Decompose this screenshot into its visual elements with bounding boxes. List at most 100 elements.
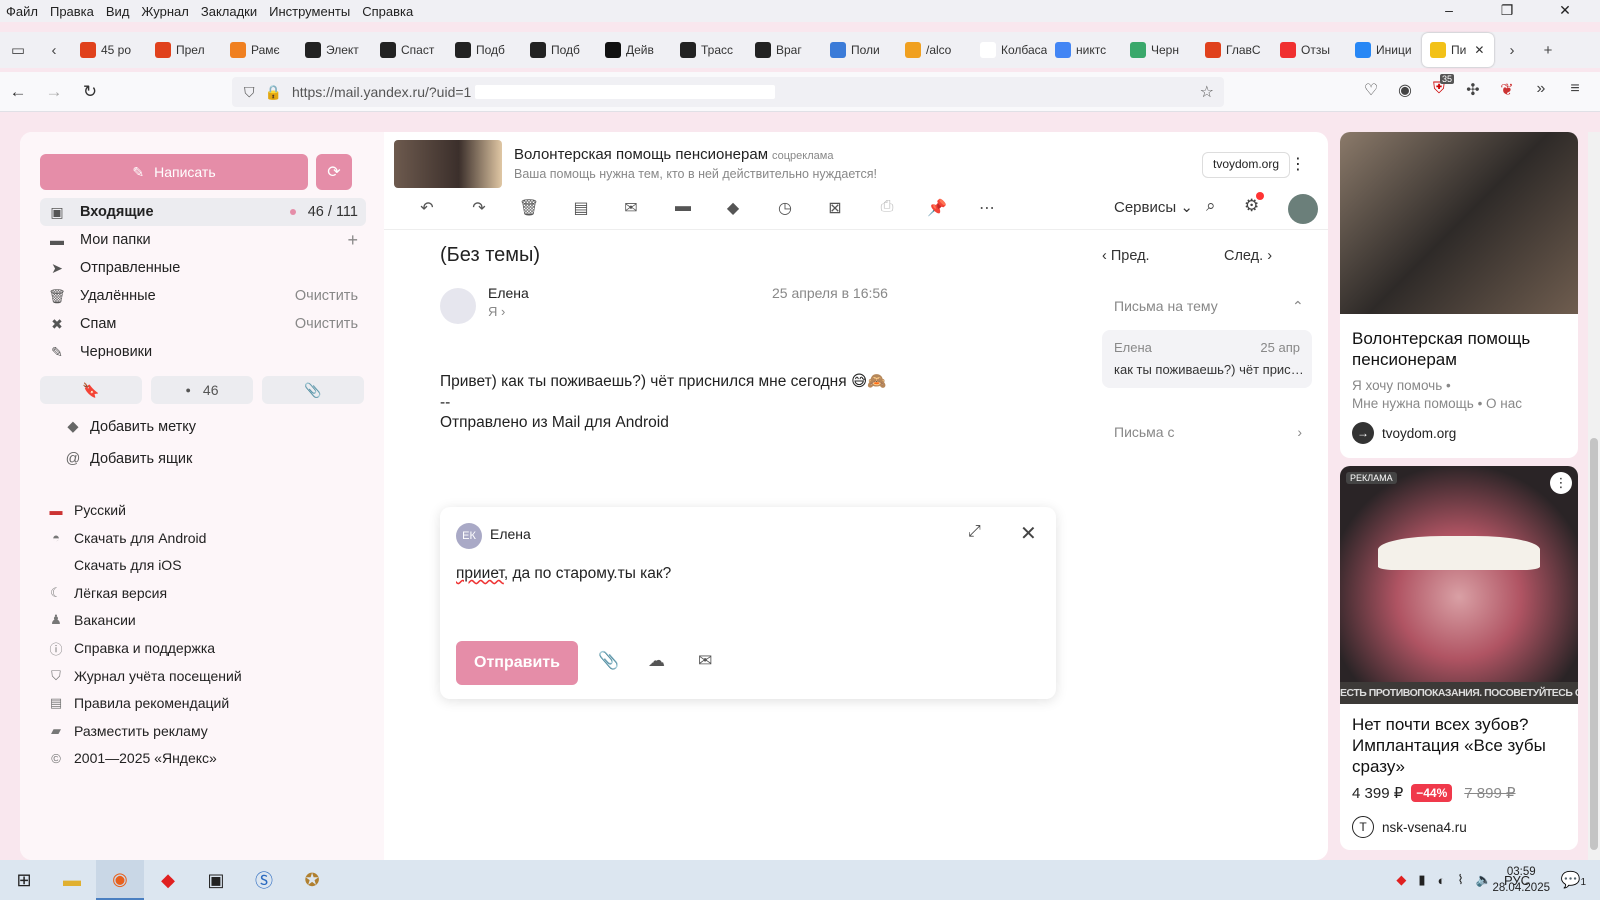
url-bar[interactable]: ⛉ 🔒 https://mail.yandex.ru/?uid=1 ☆ [232, 77, 1224, 107]
back-icon[interactable]: ← [0, 82, 36, 102]
reply-textarea[interactable]: прииет, да по старому.ты как? [456, 565, 671, 583]
forward-icon[interactable]: → [36, 82, 72, 102]
bookmark-star-icon[interactable]: ☆ [1200, 82, 1214, 102]
menu-history[interactable]: Журнал [141, 4, 188, 19]
folder-my-folders[interactable]: ▬ Мои папки + [40, 226, 366, 254]
footer-link[interactable]: ⛉ Журнал учёта посещений [48, 664, 242, 688]
next-message-link[interactable]: След. › [1224, 248, 1272, 264]
hearthstone-icon[interactable]: ✪ [288, 860, 336, 900]
thread-header[interactable]: Письма на тему ⌃ [1114, 298, 1304, 314]
top-ad-domain[interactable]: tvoydom.org [1202, 152, 1291, 178]
ad-volunteer-domain[interactable]: → tvoydom.org [1352, 422, 1456, 444]
menu-view[interactable]: Вид [106, 4, 130, 19]
browser-tab[interactable]: Подб [447, 33, 522, 67]
reload-icon[interactable]: ↻ [72, 82, 108, 102]
browser-tab[interactable]: Трасс [672, 33, 747, 67]
browser-tab[interactable]: Рамє [222, 33, 297, 67]
attach-mail-icon[interactable]: ✉ [698, 651, 712, 671]
tray-app-icon[interactable]: ◐ [1438, 873, 1446, 888]
tray-anydesk-icon[interactable]: ◆ [1396, 872, 1406, 888]
menu-file[interactable]: Файл [6, 4, 38, 19]
sender-avatar[interactable] [440, 288, 476, 324]
footer-link[interactable]: ◓ Скачать для Android [48, 526, 206, 550]
browser-tab[interactable]: Пи ✕ [1422, 33, 1494, 67]
close-icon[interactable]: ✕ [1020, 521, 1037, 546]
remind-icon[interactable]: ◷ [772, 198, 798, 218]
tray-flag-icon[interactable]: ▮ [1418, 872, 1425, 888]
browser-tab[interactable]: Элект [297, 33, 372, 67]
menu-help[interactable]: Справка [362, 4, 413, 19]
maximize-button[interactable]: ❐ [1484, 2, 1530, 19]
clear-deleted-button[interactable]: Очистить [295, 288, 358, 304]
browser-tab[interactable]: никтс [1047, 33, 1122, 67]
folder-drafts[interactable]: ✎ Черновики [40, 338, 366, 366]
ad-implant-domain[interactable]: Tnsk-vsena4.ru [1352, 816, 1467, 838]
ad-volunteer-help-link[interactable]: Я хочу помочь • [1352, 378, 1451, 393]
letters-from-link[interactable]: Письма с › [1114, 424, 1310, 440]
add-folder-icon[interactable]: + [347, 230, 358, 251]
explorer-icon[interactable]: ▬ [48, 860, 96, 900]
sender-name[interactable]: Елена [488, 285, 759, 301]
more-actions-icon[interactable]: ⋯ [974, 198, 1000, 218]
ublock-icon[interactable]: ⛨ 35 [1422, 74, 1456, 100]
footer-link[interactable]: ▬ Русский [48, 498, 126, 522]
search-icon[interactable]: ⌕ [1206, 196, 1216, 216]
delete-icon[interactable]: 🗑 [516, 198, 542, 218]
tray-network-icon[interactable]: ⌇ [1457, 872, 1463, 888]
move-folder-icon[interactable]: ▬ [670, 198, 696, 216]
firefox-icon[interactable]: ◉ [96, 860, 144, 900]
label-icon[interactable]: ◆ [720, 198, 746, 218]
disk-attach-icon[interactable]: ☁ [648, 651, 665, 671]
browser-tab[interactable]: Дейв [597, 33, 672, 67]
menu-bookmarks[interactable]: Закладки [201, 4, 257, 19]
refresh-button[interactable]: ⟳ [316, 154, 352, 190]
footer-link[interactable]: ♟ Вакансии [48, 608, 136, 632]
unread-filter-chip[interactable]: ● 46 [151, 376, 253, 404]
mark-unread-icon[interactable]: ✉ [618, 198, 644, 218]
minimize-button[interactable]: – [1426, 2, 1472, 19]
browser-tab[interactable]: Черн [1122, 33, 1197, 67]
ad-implant[interactable]: РЕКЛАМА ⋮ ЕСТЬ ПРОТИВОПОКАЗАНИЯ. ПОСОВЕТ… [1340, 466, 1578, 850]
top-ad-title[interactable]: Волонтерская помощь пенсионерам соцреклам… [514, 146, 833, 163]
clock[interactable]: 03:59 28.04.2025 [1492, 864, 1550, 896]
hamburger-menu-icon[interactable]: ≡ [1558, 80, 1592, 100]
compose-button[interactable]: ✎ Написать [40, 154, 308, 190]
anydesk-icon[interactable]: ◆ [144, 860, 192, 900]
folder-spam[interactable]: ✖ Спам Очистить [40, 310, 366, 338]
windows-start-icon[interactable]: ⊞ [0, 860, 48, 900]
menu-tools[interactable]: Инструменты [269, 4, 350, 19]
browser-tab[interactable]: Колбаса [972, 33, 1047, 67]
footer-link[interactable]: ☾ Лёгкая версия [48, 581, 167, 605]
print-icon[interactable]: ⎙ [874, 198, 900, 216]
pocket-icon[interactable]: ♡ [1354, 80, 1388, 100]
add-label-link[interactable]: ◆ Добавить метку [64, 414, 196, 440]
footer-link[interactable]: ⓘ Справка и поддержка [48, 636, 215, 660]
prev-message-link[interactable]: ‹ Пред. [1102, 248, 1150, 264]
top-ad-more-icon[interactable]: ⋮ [1290, 154, 1306, 174]
reply-recipient[interactable]: Елена [490, 526, 531, 542]
browser-tab[interactable]: Враг [747, 33, 822, 67]
thread-item[interactable]: Елена 25 апр как ты поживаешь?) чёт прис… [1102, 330, 1312, 388]
attach-icon[interactable]: 📎 [598, 651, 619, 671]
browser-tab[interactable]: /alco [897, 33, 972, 67]
attachment-filter-chip[interactable]: 📎 [262, 376, 364, 404]
recipient[interactable]: Я › [488, 304, 505, 319]
more-tools-icon[interactable]: » [1524, 80, 1558, 100]
archive-icon[interactable]: ▤ [568, 198, 594, 218]
extensions-icon[interactable]: ✣ [1456, 80, 1490, 100]
browser-tab[interactable]: Спаст [372, 33, 447, 67]
skype-icon[interactable]: Ⓢ [240, 860, 288, 900]
ext-leaf-icon[interactable]: ❦ [1490, 80, 1524, 100]
browser-tab[interactable]: ГлавС [1197, 33, 1272, 67]
browser-tab[interactable]: Поли [822, 33, 897, 67]
footer-link[interactable]: Скачать для iOS [48, 553, 182, 577]
tray-volume-icon[interactable]: 🔈 [1476, 872, 1492, 888]
close-window-button[interactable]: ✕ [1542, 2, 1588, 19]
shield-icon[interactable]: ⛉ [244, 84, 255, 101]
services-menu[interactable]: Сервисы ⌄ [1114, 198, 1193, 216]
pin-icon[interactable]: 📌 [924, 198, 950, 218]
ad-more-icon[interactable]: ⋮ [1550, 472, 1572, 494]
bookmark-filter-chip[interactable]: 🔖 [40, 376, 142, 404]
new-tab-icon[interactable]: + [1530, 42, 1566, 59]
browser-tab[interactable]: Иници [1347, 33, 1422, 67]
